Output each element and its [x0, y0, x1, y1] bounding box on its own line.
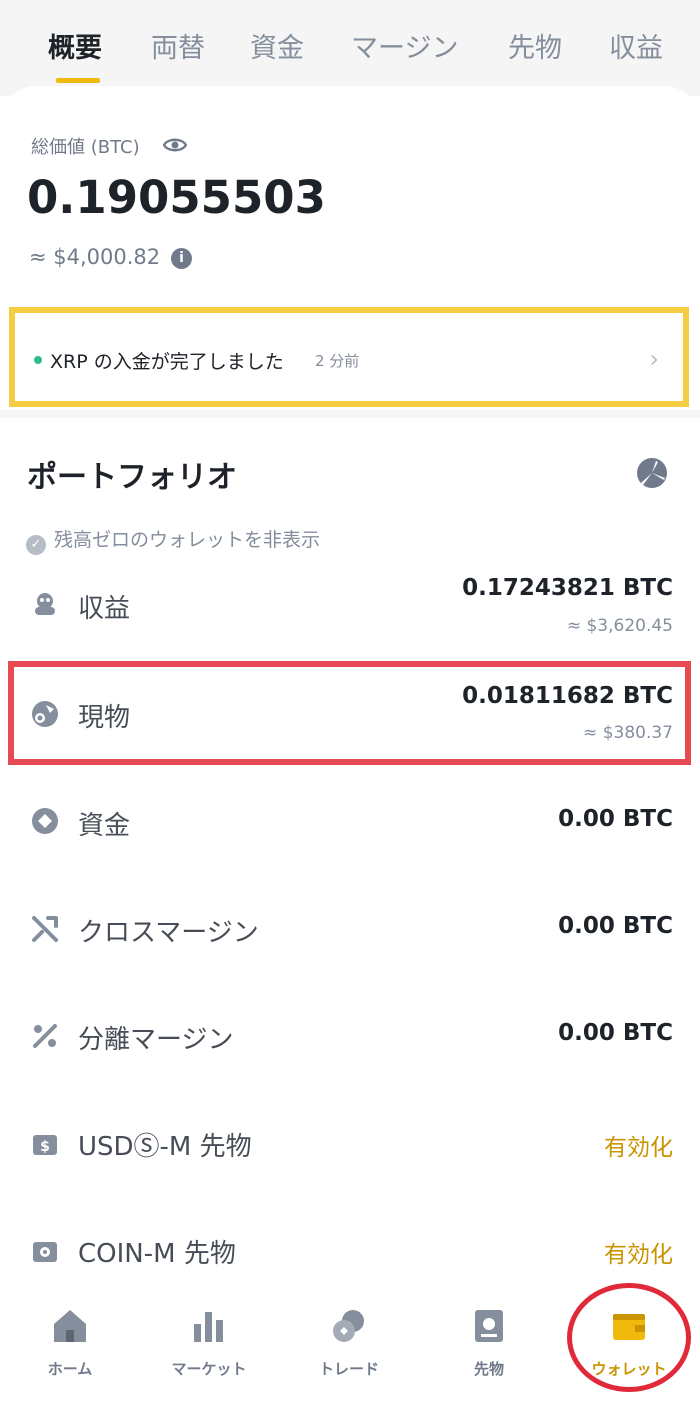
wallet-row-label: 分離マージン: [78, 1025, 234, 1055]
svg-text:$: $: [40, 1139, 50, 1155]
notice-time: 2 分前: [315, 352, 360, 370]
wallet-row-label: 収益: [78, 594, 131, 624]
nav-label: 先物: [473, 1360, 504, 1378]
isolated-margin-icon: [33, 1024, 57, 1048]
wallet-row-amount: 0.00 BTC: [558, 806, 673, 832]
home-icon: [54, 1310, 86, 1342]
eye-icon[interactable]: [163, 136, 187, 154]
wallet-row-label: 資金: [78, 811, 131, 841]
wallet-row-label: COIN-M 先物: [78, 1239, 236, 1269]
nav-markets[interactable]: マーケット: [149, 1296, 269, 1379]
wallet-row-cross-margin[interactable]: クロスマージン 0.00 BTC: [0, 878, 700, 978]
nav-trade[interactable]: トレード: [289, 1296, 409, 1379]
pie-chart-icon[interactable]: [635, 456, 669, 490]
tab-overview[interactable]: 概要: [48, 26, 102, 65]
check-circle-icon: ✓: [26, 535, 46, 555]
hide-zero-label: 残高ゼロのウォレットを非表示: [54, 529, 321, 551]
funding-icon: [32, 808, 58, 834]
wallet-row-amount: 0.17243821 BTC: [462, 575, 673, 601]
notice-message: XRP の入金が完了しました: [50, 351, 284, 373]
chevron-right-icon: ›: [649, 345, 659, 373]
section-divider: [0, 410, 700, 418]
nav-home[interactable]: ホーム: [10, 1296, 130, 1379]
tab-convert[interactable]: 両替: [151, 26, 205, 65]
nav-label: マーケット: [171, 1360, 247, 1378]
trade-icon: [333, 1310, 364, 1342]
tab-earn[interactable]: 収益: [609, 26, 663, 65]
nav-futures[interactable]: 先物: [429, 1296, 549, 1379]
hide-zero-balance-toggle[interactable]: ✓ 残高ゼロのウォレットを非表示: [26, 525, 320, 555]
top-tab-bar: 概要 両替 資金 マージン 先物 収益: [0, 0, 700, 96]
portfolio-title: ポートフォリオ: [27, 460, 237, 495]
markets-icon: [194, 1312, 223, 1342]
total-balance-btc: 0.19055503: [27, 171, 326, 224]
spot-highlight-box: [8, 661, 691, 765]
wallet-row-label: クロスマージン: [78, 918, 259, 948]
total-balance-usd: ≈ $4,000.82: [29, 245, 161, 269]
futures-icon: [475, 1310, 503, 1342]
tab-funding[interactable]: 資金: [250, 26, 304, 65]
wallet-row-label: USDⓈ-M 先物: [78, 1132, 252, 1162]
activate-button[interactable]: 有効化: [604, 1128, 673, 1162]
status-dot: [34, 356, 42, 364]
wallet-row-amount: 0.00 BTC: [558, 1020, 673, 1046]
wallet-row-earn[interactable]: 収益 0.17243821 BTC ≈ $3,620.45: [0, 560, 700, 660]
wallet-row-amount: 0.00 BTC: [558, 913, 673, 939]
coinm-futures-icon: [33, 1242, 57, 1262]
usdm-futures-icon: $: [33, 1135, 57, 1155]
earn-icon: [35, 593, 55, 615]
deposit-notice-bar[interactable]: XRP の入金が完了しました 2 分前 ›: [9, 307, 689, 407]
info-icon[interactable]: i: [171, 248, 192, 269]
wallet-row-funding[interactable]: 資金 0.00 BTC: [0, 771, 700, 871]
nav-label: トレード: [318, 1360, 379, 1378]
cross-margin-icon: [32, 916, 58, 942]
wallet-highlight-circle: [567, 1283, 691, 1392]
total-value-label: 総価値 (BTC): [31, 137, 140, 158]
nav-label: ホーム: [47, 1360, 93, 1378]
tab-margin[interactable]: マージン: [351, 26, 458, 65]
active-tab-indicator: [56, 78, 100, 83]
wallet-row-usdm-futures[interactable]: $ USDⓈ-M 先物 有効化: [0, 1092, 700, 1192]
wallet-row-isolated-margin[interactable]: 分離マージン 0.00 BTC: [0, 985, 700, 1085]
tab-futures[interactable]: 先物: [508, 26, 562, 65]
wallet-row-usd: ≈ $3,620.45: [566, 616, 673, 636]
activate-button[interactable]: 有効化: [604, 1235, 673, 1269]
